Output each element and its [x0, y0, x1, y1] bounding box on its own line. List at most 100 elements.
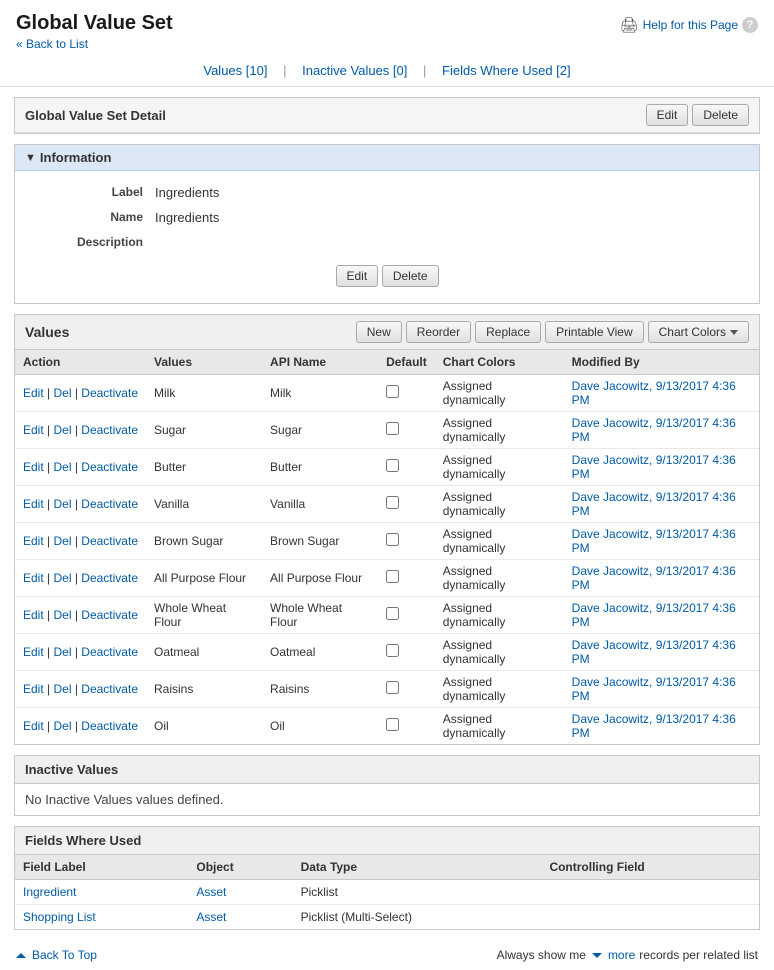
table-row: Edit | Del | Deactivate Whole Wheat Flou… [15, 597, 759, 634]
values-section: Values New Reorder Replace Printable Vie… [14, 314, 760, 745]
del-link[interactable]: Del [53, 719, 71, 733]
col-default: Default [378, 350, 435, 375]
inactive-body: No Inactive Values values defined. [15, 784, 759, 815]
action-cell: Edit | Del | Deactivate [15, 523, 146, 560]
deactivate-link[interactable]: Deactivate [81, 571, 138, 585]
back-to-list-link[interactable]: « Back to List [16, 37, 88, 51]
tab-inactive-values[interactable]: Inactive Values [0] [302, 63, 407, 78]
help-link[interactable]: Help for this Page [643, 18, 738, 32]
description-field-label: Description [15, 235, 155, 249]
modified-by-cell: Dave Jacowitz, 9/13/2017 4:36 PM [564, 560, 759, 597]
reorder-button[interactable]: Reorder [406, 321, 471, 343]
edit-link[interactable]: Edit [23, 386, 44, 400]
fields-table-row: Ingredient Asset Picklist [15, 880, 759, 905]
information-header[interactable]: ▼ Information [15, 145, 759, 171]
tab-values[interactable]: Values [10] [203, 63, 267, 78]
back-to-top-link[interactable]: Back To Top [32, 948, 97, 962]
modified-by-link[interactable]: Dave Jacowitz, 9/13/2017 4:36 PM [572, 379, 736, 407]
printable-view-button[interactable]: Printable View [545, 321, 644, 343]
edit-link[interactable]: Edit [23, 682, 44, 696]
action-cell: Edit | Del | Deactivate [15, 412, 146, 449]
info-edit-button[interactable]: Edit [336, 265, 379, 287]
value-cell: Vanilla [146, 486, 262, 523]
values-toolbar: New Reorder Replace Printable View Chart… [356, 321, 749, 343]
del-link[interactable]: Del [53, 386, 71, 400]
default-cell [378, 375, 435, 412]
field-label-link[interactable]: Ingredient [23, 885, 76, 899]
tabs-bar: Values [10] | Inactive Values [0] | Fiel… [0, 55, 774, 87]
del-link[interactable]: Del [53, 534, 71, 548]
deactivate-link[interactable]: Deactivate [81, 386, 138, 400]
modified-by-link[interactable]: Dave Jacowitz, 9/13/2017 4:36 PM [572, 712, 736, 740]
page-title: Global Value Set [16, 12, 173, 35]
modified-by-cell: Dave Jacowitz, 9/13/2017 4:36 PM [564, 523, 759, 560]
modified-by-cell: Dave Jacowitz, 9/13/2017 4:36 PM [564, 375, 759, 412]
deactivate-link[interactable]: Deactivate [81, 534, 138, 548]
inactive-section: Inactive Values No Inactive Values value… [14, 755, 760, 816]
object-link[interactable]: Asset [196, 910, 226, 924]
object-link[interactable]: Asset [196, 885, 226, 899]
deactivate-link[interactable]: Deactivate [81, 608, 138, 622]
col-controlling-field: Controlling Field [541, 855, 759, 880]
edit-link[interactable]: Edit [23, 719, 44, 733]
modified-by-link[interactable]: Dave Jacowitz, 9/13/2017 4:36 PM [572, 564, 736, 592]
chart-colors-cell: Assigned dynamically [435, 671, 564, 708]
name-field-label: Name [15, 210, 155, 225]
new-button[interactable]: New [356, 321, 402, 343]
action-cell: Edit | Del | Deactivate [15, 449, 146, 486]
field-label-link[interactable]: Shopping List [23, 910, 96, 924]
modified-by-link[interactable]: Dave Jacowitz, 9/13/2017 4:36 PM [572, 601, 736, 629]
replace-button[interactable]: Replace [475, 321, 541, 343]
value-cell: Brown Sugar [146, 523, 262, 560]
more-link[interactable]: more [608, 948, 635, 962]
edit-link[interactable]: Edit [23, 534, 44, 548]
edit-link[interactable]: Edit [23, 460, 44, 474]
info-delete-button[interactable]: Delete [382, 265, 439, 287]
edit-link[interactable]: Edit [23, 423, 44, 437]
deactivate-link[interactable]: Deactivate [81, 423, 138, 437]
chart-colors-button[interactable]: Chart Colors [648, 321, 749, 343]
tab-fields-where-used[interactable]: Fields Where Used [2] [442, 63, 571, 78]
del-link[interactable]: Del [53, 571, 71, 585]
deactivate-link[interactable]: Deactivate [81, 460, 138, 474]
del-link[interactable]: Del [53, 460, 71, 474]
modified-by-link[interactable]: Dave Jacowitz, 9/13/2017 4:36 PM [572, 527, 736, 555]
chart-colors-cell: Assigned dynamically [435, 634, 564, 671]
deactivate-link[interactable]: Deactivate [81, 645, 138, 659]
api-name-cell: Brown Sugar [262, 523, 378, 560]
modified-by-link[interactable]: Dave Jacowitz, 9/13/2017 4:36 PM [572, 638, 736, 666]
value-cell: Butter [146, 449, 262, 486]
field-label-cell: Ingredient [15, 880, 188, 905]
edit-link[interactable]: Edit [23, 497, 44, 511]
modified-by-link[interactable]: Dave Jacowitz, 9/13/2017 4:36 PM [572, 675, 736, 703]
default-cell [378, 449, 435, 486]
api-name-cell: Butter [262, 449, 378, 486]
edit-link[interactable]: Edit [23, 571, 44, 585]
dropdown-arrow-icon [730, 330, 738, 335]
modified-by-link[interactable]: Dave Jacowitz, 9/13/2017 4:36 PM [572, 416, 736, 444]
default-cell [378, 671, 435, 708]
name-field-value: Ingredients [155, 210, 759, 225]
del-link[interactable]: Del [53, 497, 71, 511]
deactivate-link[interactable]: Deactivate [81, 719, 138, 733]
deactivate-link[interactable]: Deactivate [81, 682, 138, 696]
action-cell: Edit | Del | Deactivate [15, 671, 146, 708]
chart-colors-cell: Assigned dynamically [435, 486, 564, 523]
api-name-cell: Oatmeal [262, 634, 378, 671]
edit-link[interactable]: Edit [23, 608, 44, 622]
del-link[interactable]: Del [53, 423, 71, 437]
del-link[interactable]: Del [53, 682, 71, 696]
detail-edit-button[interactable]: Edit [646, 104, 689, 126]
edit-link[interactable]: Edit [23, 645, 44, 659]
modified-by-cell: Dave Jacowitz, 9/13/2017 4:36 PM [564, 708, 759, 745]
field-label-cell: Shopping List [15, 905, 188, 930]
modified-by-link[interactable]: Dave Jacowitz, 9/13/2017 4:36 PM [572, 453, 736, 481]
del-link[interactable]: Del [53, 608, 71, 622]
modified-by-link[interactable]: Dave Jacowitz, 9/13/2017 4:36 PM [572, 490, 736, 518]
deactivate-link[interactable]: Deactivate [81, 497, 138, 511]
label-field-value: Ingredients [155, 185, 759, 200]
del-link[interactable]: Del [53, 645, 71, 659]
data-type-cell: Picklist [293, 880, 542, 905]
col-data-type: Data Type [293, 855, 542, 880]
detail-delete-button[interactable]: Delete [692, 104, 749, 126]
